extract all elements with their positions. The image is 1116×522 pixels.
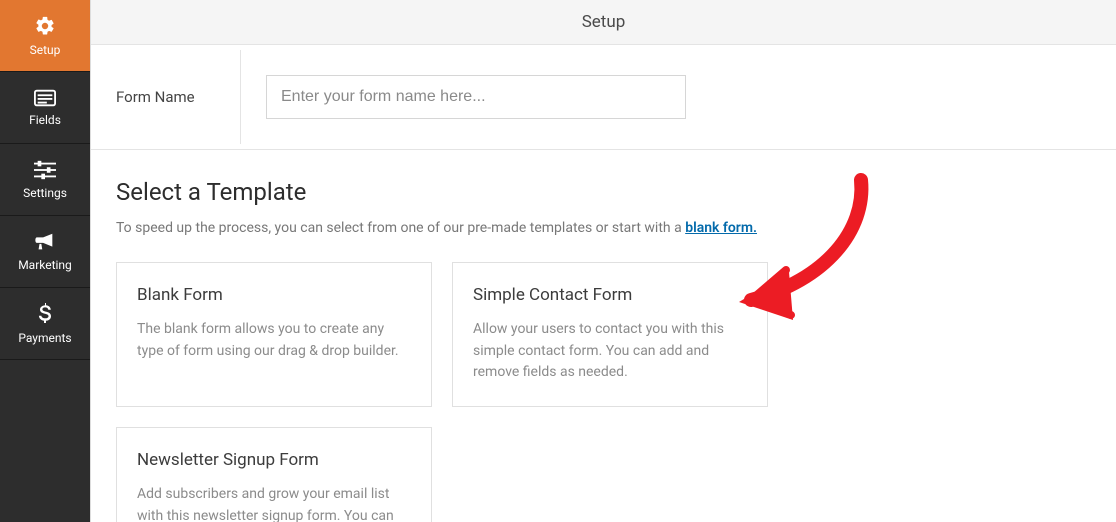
page-title: Setup <box>91 0 1116 45</box>
sidebar-item-marketing[interactable]: Marketing <box>0 216 90 288</box>
template-desc: Add subscribers and grow your email list… <box>137 484 411 522</box>
dollar-icon <box>38 303 52 325</box>
template-newsletter-signup-form[interactable]: Newsletter Signup Form Add subscribers a… <box>116 427 432 522</box>
sidebar-item-fields[interactable]: Fields <box>0 72 90 144</box>
content-area: Select a Template To speed up the proces… <box>91 150 1116 522</box>
templates-grid: Blank Form The blank form allows you to … <box>116 262 1091 522</box>
bullhorn-icon <box>34 232 56 252</box>
template-blank-form[interactable]: Blank Form The blank form allows you to … <box>116 262 432 407</box>
sidebar: Setup Fields Settings Marketing Payments <box>0 0 90 522</box>
section-subtext-pre: To speed up the process, you can select … <box>116 220 685 236</box>
template-title: Blank Form <box>137 285 411 305</box>
template-simple-contact-form[interactable]: Simple Contact Form Allow your users to … <box>452 262 768 407</box>
sidebar-label: Setup <box>30 43 61 57</box>
template-title: Simple Contact Form <box>473 285 747 305</box>
sidebar-item-payments[interactable]: Payments <box>0 288 90 360</box>
sliders-icon <box>34 160 56 180</box>
section-heading: Select a Template <box>116 178 1091 206</box>
sidebar-label: Fields <box>29 113 61 127</box>
sidebar-label: Payments <box>18 331 71 345</box>
form-name-label: Form Name <box>91 50 241 144</box>
template-desc: The blank form allows you to create any … <box>137 319 411 362</box>
main-panel: Setup Form Name Select a Template To spe… <box>90 0 1116 522</box>
section-subtext: To speed up the process, you can select … <box>116 220 1091 236</box>
sidebar-label: Settings <box>23 186 67 200</box>
template-desc: Allow your users to contact you with thi… <box>473 319 747 384</box>
sidebar-item-settings[interactable]: Settings <box>0 144 90 216</box>
form-name-input[interactable] <box>266 75 686 119</box>
form-name-row: Form Name <box>91 45 1116 150</box>
sidebar-label: Marketing <box>18 258 72 272</box>
gear-icon <box>34 15 56 37</box>
form-name-input-wrap <box>241 45 1116 149</box>
sidebar-item-setup[interactable]: Setup <box>0 0 90 72</box>
template-title: Newsletter Signup Form <box>137 450 411 470</box>
blank-form-link[interactable]: blank form. <box>685 220 757 236</box>
list-icon <box>34 89 56 107</box>
